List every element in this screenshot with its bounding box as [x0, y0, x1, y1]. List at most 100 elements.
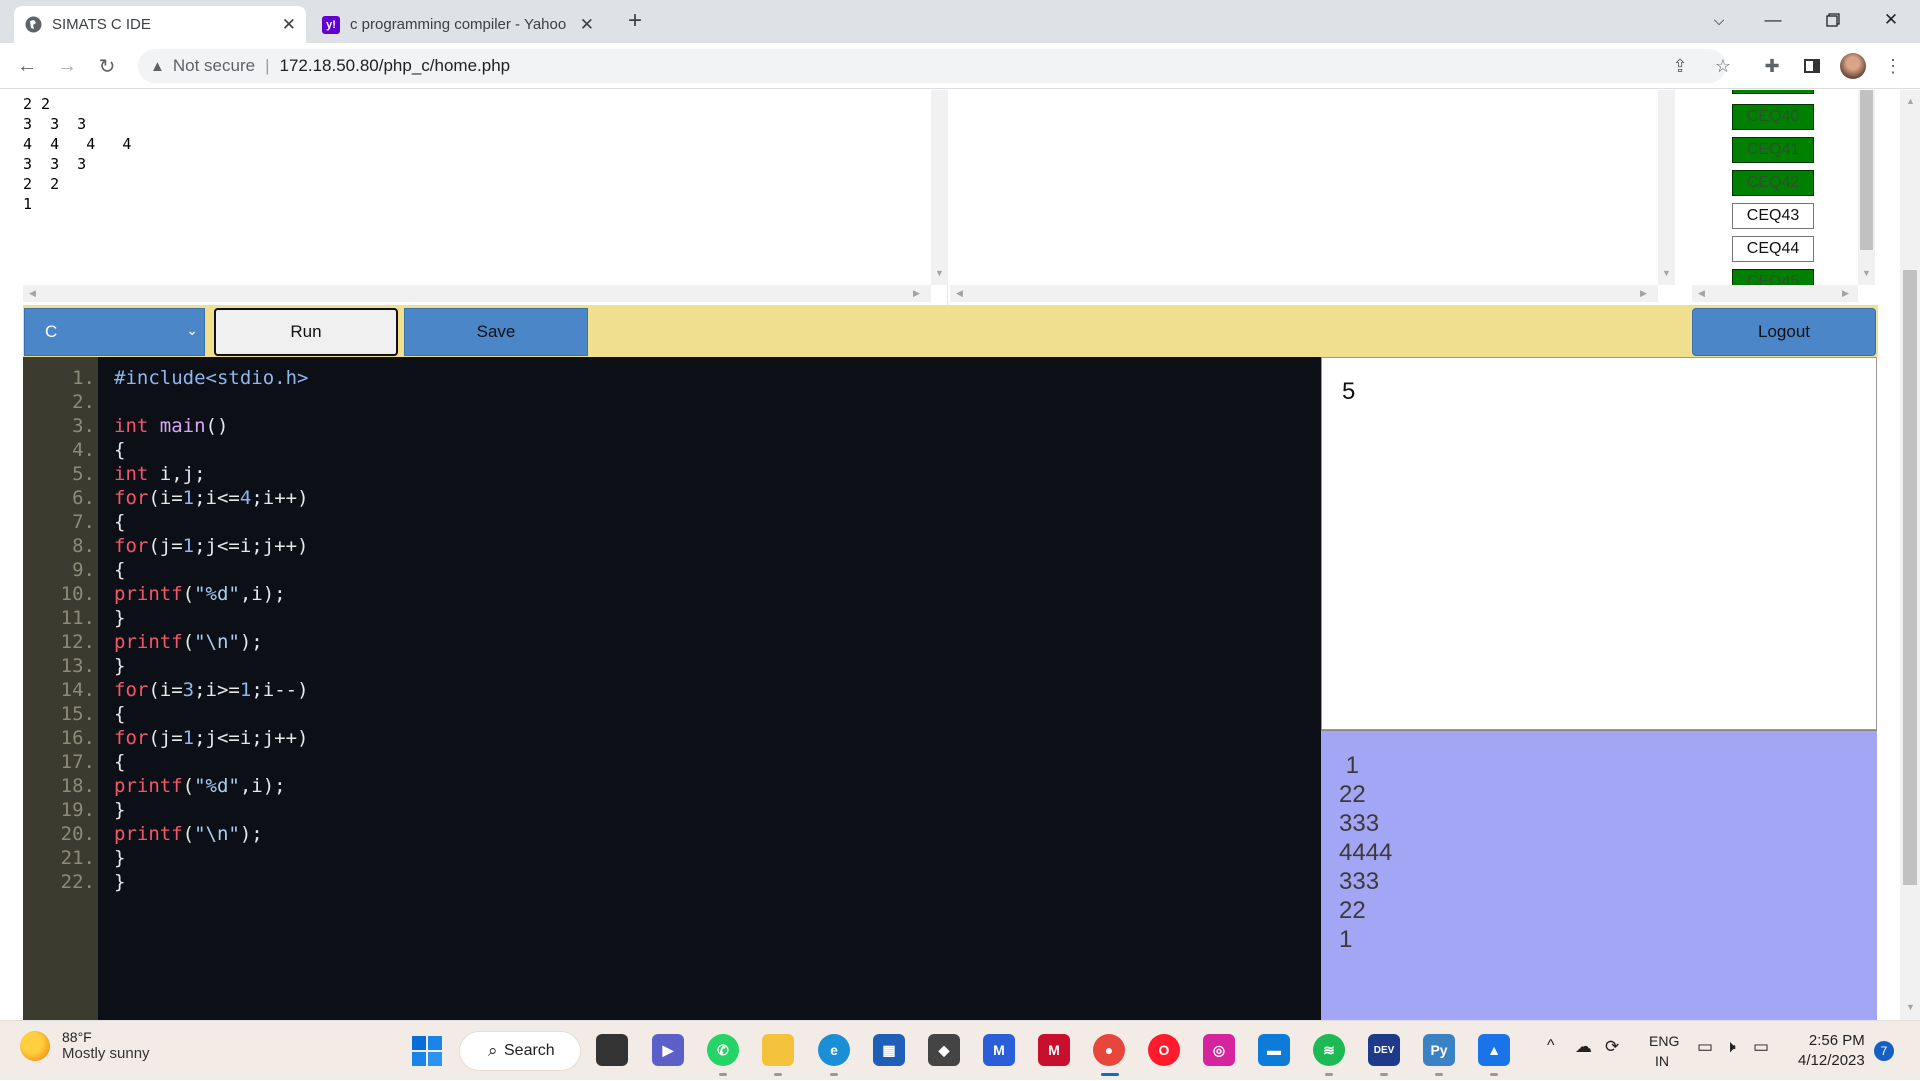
- control-bar: C ⌄ Run Save Logout: [23, 305, 1878, 357]
- forward-arrow-icon[interactable]: →: [52, 51, 82, 81]
- code-editor[interactable]: 1. 2. 3. 4. 5. 6. 7. 8. 9. 10. 11. 12. 13. 14. 15. 16. 1…: [23, 357, 1321, 1020]
- profile-avatar[interactable]: [1840, 53, 1866, 79]
- edge-icon[interactable]: e: [818, 1034, 850, 1066]
- microsoft-store-icon[interactable]: ▦: [873, 1034, 905, 1066]
- question-list-scrollbar[interactable]: ▼: [1858, 90, 1875, 285]
- page-scrollbar[interactable]: ▲ ▼: [1900, 90, 1920, 1020]
- close-tab-icon[interactable]: ✕: [282, 15, 296, 35]
- photos-icon[interactable]: ▲: [1478, 1034, 1510, 1066]
- code-line: }: [114, 871, 126, 893]
- question-list-panel: CEQ40 CEQ41 CEQ42 CEQ43 CEQ44 CEQ45 ◀ ▶: [1692, 90, 1862, 305]
- close-tab-icon[interactable]: ✕: [580, 15, 594, 35]
- battery-icon[interactable]: ▭: [1753, 1037, 1769, 1057]
- minimize-button[interactable]: —: [1750, 0, 1796, 40]
- line-number: 7.: [72, 511, 95, 533]
- browser-tab-strip: SIMATS C IDE ✕ y! c programming compiler…: [0, 0, 1920, 43]
- code-line: int main(): [114, 415, 229, 437]
- previous-output-panel: 2 2 3 3 3 4 4 4 4 3 3 3 2 2 1 ▼ ◀ ▶: [23, 90, 948, 305]
- code-line: }: [114, 799, 126, 821]
- network-icon[interactable]: ▭: [1697, 1037, 1713, 1057]
- dev-cpp-icon[interactable]: DEV: [1368, 1034, 1400, 1066]
- line-number: 2.: [72, 391, 95, 413]
- app-m-icon[interactable]: M: [983, 1034, 1015, 1066]
- url-text: 172.18.50.80/php_c/home.php: [279, 56, 511, 75]
- file-explorer-icon[interactable]: [762, 1034, 794, 1066]
- code-line: for(i=1;i<=4;i++): [114, 487, 309, 509]
- spotify-icon[interactable]: ≋: [1313, 1034, 1345, 1066]
- code-line: printf("%d",i);: [114, 775, 286, 797]
- code-line: #include<stdio.h>: [114, 367, 309, 389]
- question-button[interactable]: CEQ41: [1732, 137, 1814, 163]
- logout-button[interactable]: Logout: [1692, 308, 1876, 356]
- extensions-icon[interactable]: ✚: [1759, 53, 1785, 79]
- question-button[interactable]: CEQ40: [1732, 104, 1814, 130]
- bookmark-star-icon[interactable]: ☆: [1710, 53, 1736, 79]
- code-line: {: [114, 439, 126, 461]
- code-line: {: [114, 559, 126, 581]
- taskbar-search[interactable]: ⌕ Search: [459, 1031, 581, 1071]
- windows-start-icon[interactable]: [411, 1035, 443, 1067]
- side-panel-icon[interactable]: [1799, 53, 1825, 79]
- ide-page: 2 2 3 3 3 4 4 4 4 3 3 3 2 2 1 ▼ ◀ ▶ ▼ ◀ …: [0, 90, 1920, 1020]
- onedrive-cloud-icon[interactable]: ☁: [1575, 1037, 1592, 1057]
- weather-widget[interactable]: 88°F Mostly sunny: [20, 1029, 150, 1062]
- question-scrollbar[interactable]: ▼: [1658, 90, 1675, 285]
- output-horizontal-scrollbar[interactable]: ◀ ▶: [23, 285, 931, 302]
- weather-desc: Mostly sunny: [62, 1045, 150, 1062]
- program-output-text: 1 22 333 4444 333 22 1: [1339, 752, 1393, 953]
- instagram-icon[interactable]: ◎: [1203, 1034, 1235, 1066]
- line-number: 6.: [72, 487, 95, 509]
- line-number: 1.: [72, 367, 95, 389]
- language-select[interactable]: C ⌄: [24, 308, 205, 356]
- whatsapp-icon[interactable]: ✆: [707, 1034, 739, 1066]
- input-language-bottom[interactable]: IN: [1655, 1053, 1669, 1069]
- program-output-area: 1 22 333 4444 333 22 1: [1321, 730, 1877, 1020]
- new-tab-button[interactable]: +: [620, 6, 650, 36]
- line-number: 15.: [60, 703, 95, 725]
- code-line: int i,j;: [114, 463, 206, 485]
- question-horizontal-scrollbar[interactable]: ◀ ▶: [950, 285, 1658, 302]
- clock[interactable]: 2:56 PM 4/12/2023: [1798, 1031, 1865, 1071]
- tab-yahoo[interactable]: y! c programming compiler - Yahoo ✕: [312, 6, 604, 43]
- back-arrow-icon[interactable]: ←: [12, 51, 42, 81]
- save-button[interactable]: Save: [404, 308, 588, 356]
- app-blue-icon[interactable]: ▬: [1258, 1034, 1290, 1066]
- clock-time: 2:56 PM: [1808, 1032, 1865, 1049]
- app-cube-icon[interactable]: ◆: [928, 1034, 960, 1066]
- stdin-input-area[interactable]: 5: [1321, 357, 1877, 730]
- tab-search-icon[interactable]: ⌵: [1696, 0, 1742, 40]
- yahoo-icon: y!: [322, 15, 340, 34]
- line-number: 22.: [60, 871, 95, 893]
- chrome-menu-icon[interactable]: ⋮: [1880, 53, 1906, 79]
- restore-button[interactable]: [1810, 0, 1856, 40]
- reload-icon[interactable]: ↻: [92, 51, 122, 81]
- question-button[interactable]: CEQ42: [1732, 170, 1814, 196]
- speaker-muted-icon[interactable]: 🕨: [1725, 1037, 1736, 1057]
- task-view-icon[interactable]: [596, 1034, 628, 1066]
- opera-icon[interactable]: O: [1148, 1034, 1180, 1066]
- address-bar[interactable]: ▲ Not secure | 172.18.50.80/php_c/home.p…: [138, 49, 1726, 83]
- run-button[interactable]: Run: [214, 308, 398, 356]
- mcafee-icon[interactable]: M: [1038, 1034, 1070, 1066]
- sync-icon[interactable]: ⟳: [1605, 1037, 1619, 1057]
- python-icon[interactable]: Py: [1423, 1034, 1455, 1066]
- code-line: }: [114, 655, 126, 677]
- notification-badge[interactable]: 7: [1874, 1041, 1894, 1061]
- input-language-top[interactable]: ENG: [1649, 1033, 1679, 1049]
- close-window-button[interactable]: ✕: [1868, 0, 1914, 40]
- question-button[interactable]: CEQ43: [1732, 203, 1814, 229]
- weather-temp: 88°F: [62, 1029, 92, 1045]
- chrome-icon[interactable]: ●: [1093, 1034, 1125, 1066]
- search-label: Search: [504, 1042, 555, 1059]
- question-list-horizontal-scrollbar[interactable]: ◀ ▶: [1692, 285, 1858, 302]
- share-icon[interactable]: ⇪: [1667, 53, 1693, 79]
- teams-chat-icon[interactable]: ▶: [652, 1034, 684, 1066]
- chevron-up-icon[interactable]: ^: [1547, 1037, 1555, 1055]
- output-scrollbar[interactable]: ▼: [931, 90, 948, 285]
- line-number: 19.: [60, 799, 95, 821]
- previous-output-text: 2 2 3 3 3 4 4 4 4 3 3 3 2 2 1: [23, 95, 132, 213]
- tab-simats-ide[interactable]: SIMATS C IDE ✕: [14, 6, 306, 43]
- question-button[interactable]: [1732, 90, 1814, 94]
- question-button[interactable]: CEQ44: [1732, 236, 1814, 262]
- browser-toolbar: ← → ↻ ▲ Not secure | 172.18.50.80/php_c/…: [0, 43, 1920, 89]
